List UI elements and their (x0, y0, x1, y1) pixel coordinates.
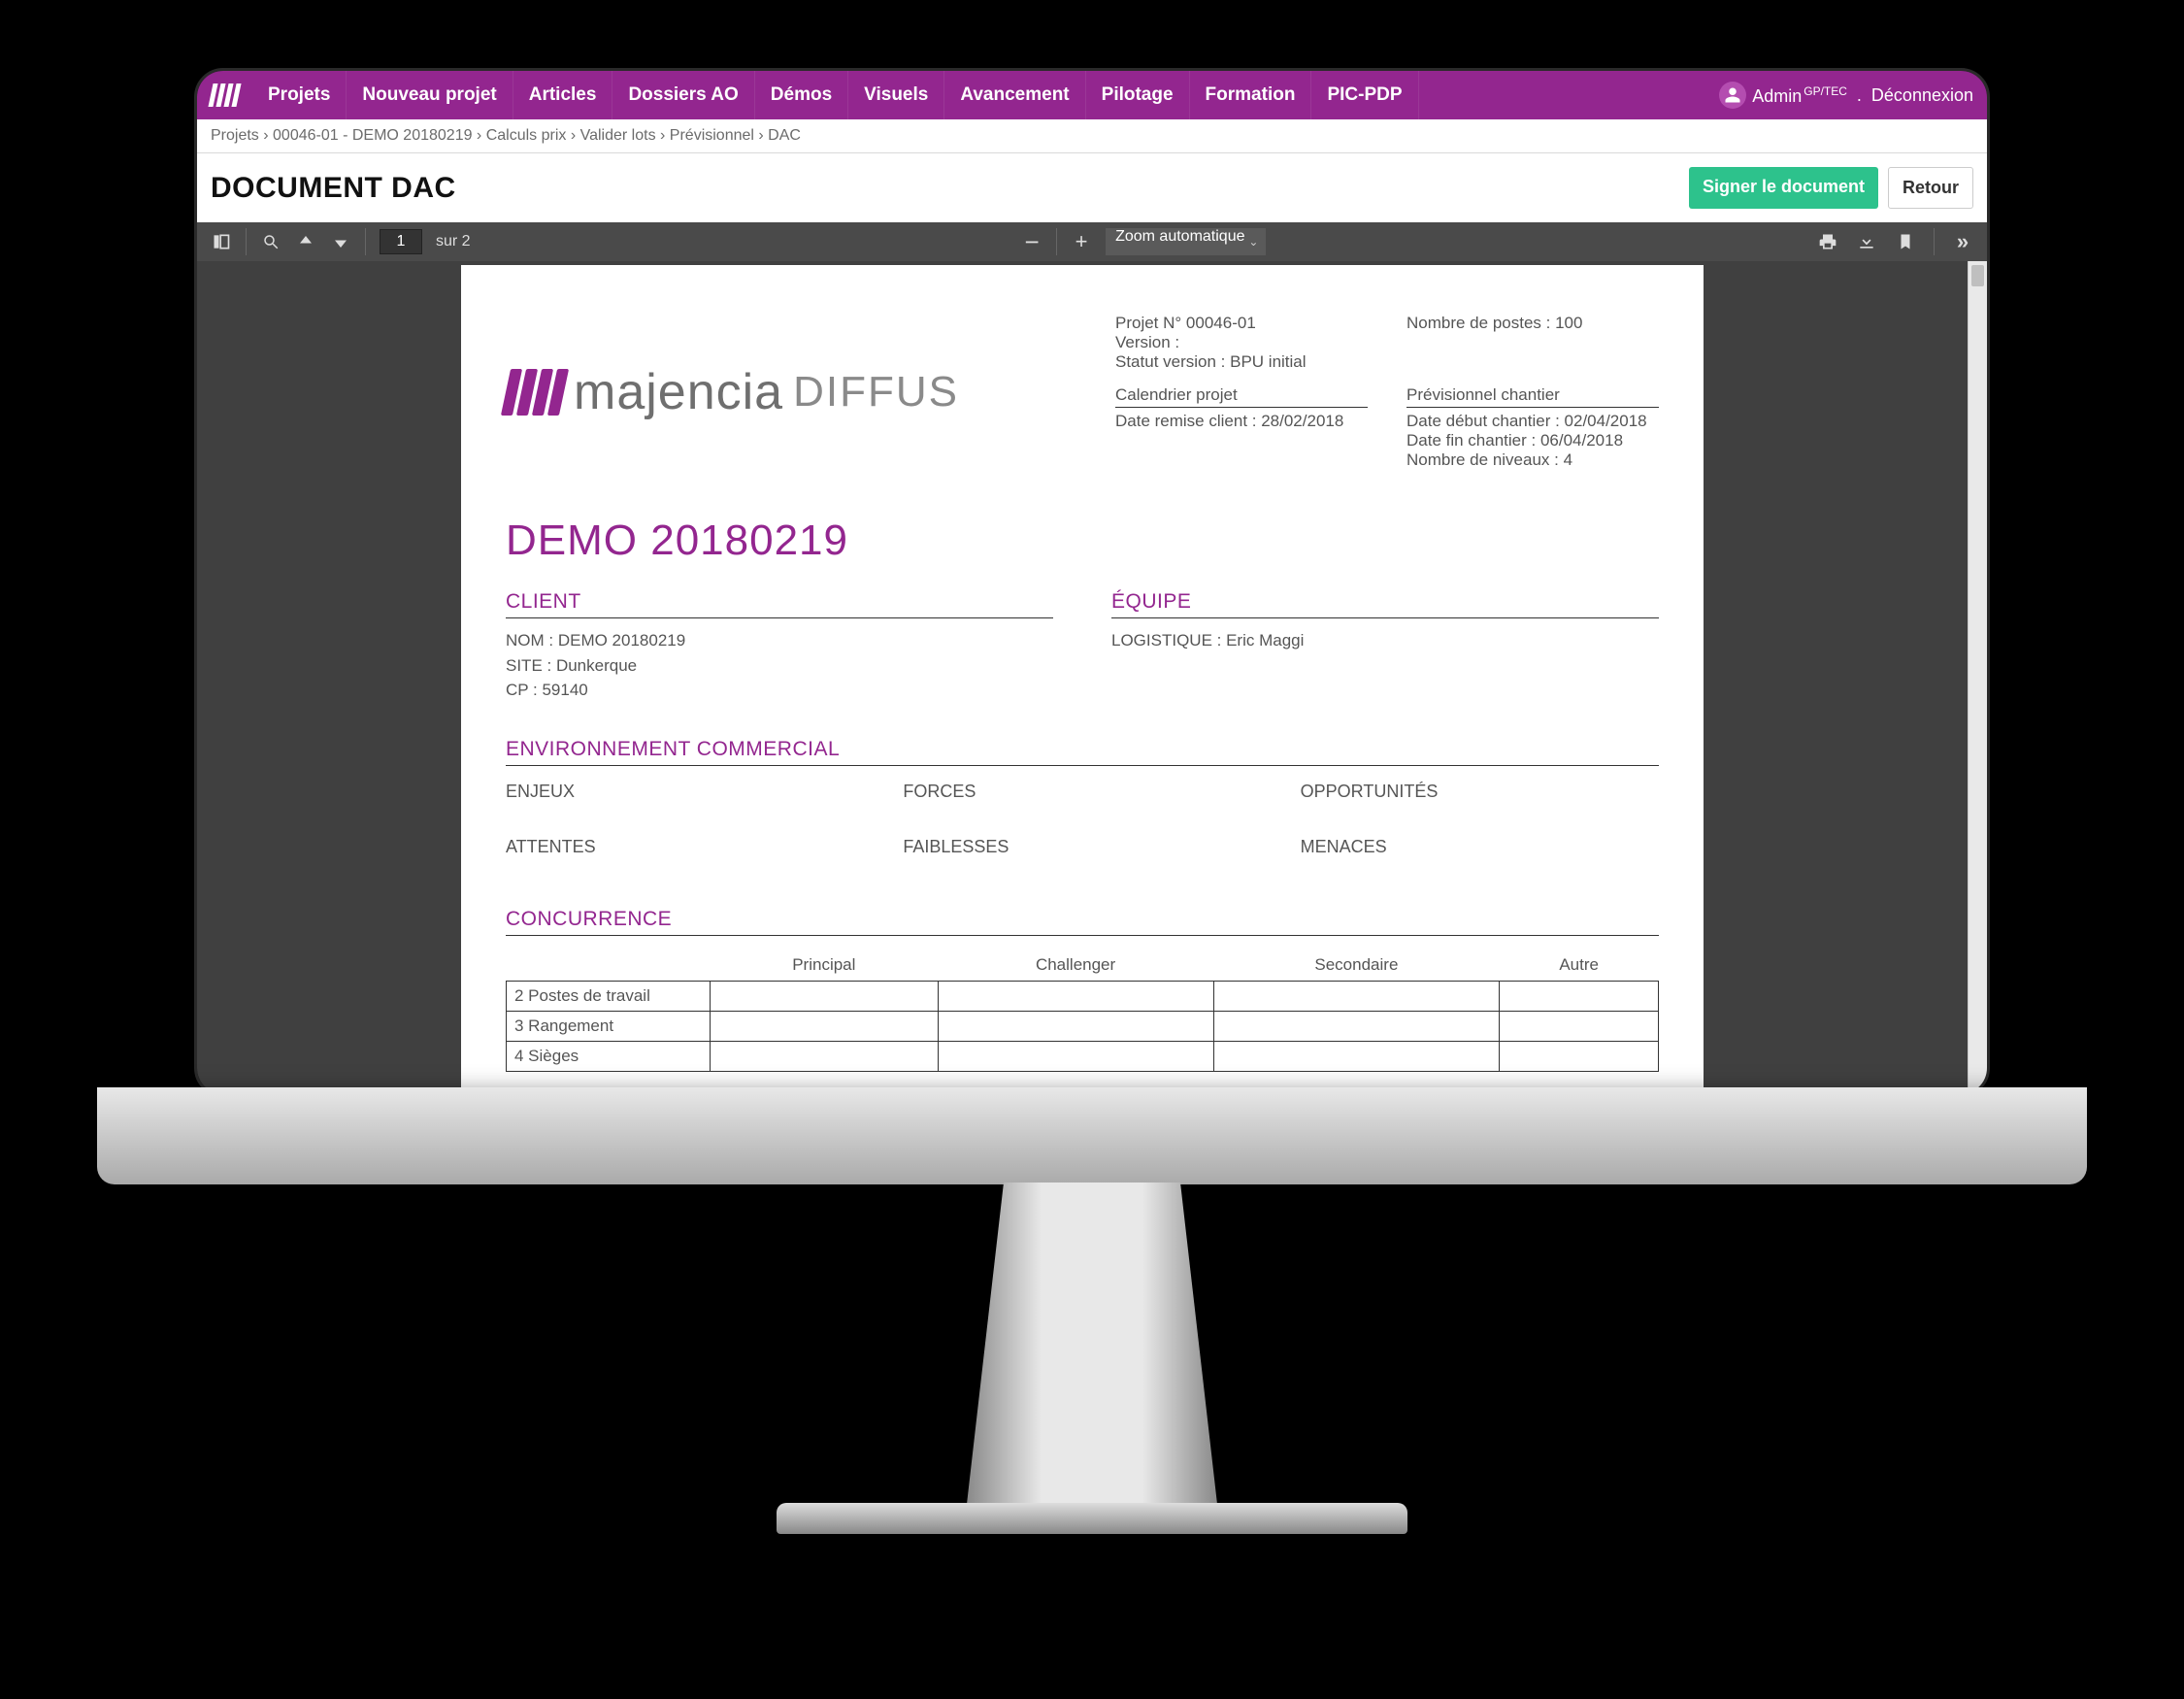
doc-concurrence-heading: CONCURRENCE (506, 908, 1659, 936)
app-logo (211, 83, 239, 107)
doc-env-heading: ENVIRONNEMENT COMMERCIAL (506, 738, 1659, 766)
monitor-base (777, 1503, 1407, 1534)
monitor-chin (97, 1087, 2087, 1184)
nav-formation[interactable]: Formation (1190, 71, 1312, 119)
nav-articles[interactable]: Articles (513, 71, 613, 119)
zoom-in-icon[interactable]: + (1071, 231, 1092, 252)
tools-icon[interactable]: » (1952, 231, 1973, 252)
doc-meta-chantier: Nombre de postes : 100 Prévisionnel chan… (1406, 314, 1659, 470)
download-icon[interactable] (1856, 231, 1877, 252)
nav-items: Projets Nouveau projet Articles Dossiers… (252, 71, 1419, 119)
doc-project-name: DEMO 20180219 (506, 516, 1659, 565)
nav-visuels[interactable]: Visuels (848, 71, 944, 119)
page-number-input[interactable] (380, 229, 422, 254)
viewer-scrollbar[interactable] (1968, 261, 1987, 1094)
app-screen: Projets Nouveau projet Articles Dossiers… (194, 68, 1990, 1097)
nav-pilotage[interactable]: Pilotage (1086, 71, 1190, 119)
back-button[interactable]: Retour (1888, 167, 1973, 209)
table-row: 2 Postes de travail (507, 981, 1659, 1011)
doc-client-info: NOM : DEMO 20180219 SITE : Dunkerque CP … (506, 628, 1053, 703)
doc-meta-project: Projet N° 00046-01 Version : Statut vers… (1115, 314, 1368, 470)
doc-concurrence-table: Principal Challenger Secondaire Autre 2 … (506, 949, 1659, 1072)
doc-client-heading: CLIENT (506, 590, 1053, 618)
document-logo: majenciaDIFFUS (506, 314, 959, 470)
table-row: 3 Rangement (507, 1011, 1659, 1041)
nav-nouveau-projet[interactable]: Nouveau projet (347, 71, 513, 119)
zoom-select[interactable]: Zoom automatique (1106, 228, 1266, 255)
scrollbar-thumb[interactable] (1971, 265, 1984, 286)
nav-projets[interactable]: Projets (252, 71, 347, 119)
sign-document-button[interactable]: Signer le document (1689, 167, 1878, 209)
find-icon[interactable] (260, 231, 281, 252)
user-avatar-icon[interactable] (1719, 82, 1746, 109)
separator: . (1857, 85, 1862, 106)
user-label: AdminGP/TEC (1752, 84, 1847, 107)
breadcrumb[interactable]: Projets › 00046-01 - DEMO 20180219 › Cal… (197, 119, 1987, 153)
page-title: DOCUMENT DAC (211, 172, 456, 205)
doc-team-info: LOGISTIQUE : Eric Maggi (1111, 628, 1659, 653)
document-page: majenciaDIFFUS Projet N° 00046-01 Versio… (461, 265, 1704, 1094)
table-row: 4 Sièges (507, 1041, 1659, 1071)
nav-user-area: AdminGP/TEC . Déconnexion (1719, 82, 1973, 109)
top-nav: Projets Nouveau projet Articles Dossiers… (197, 71, 1987, 119)
nav-avancement[interactable]: Avancement (944, 71, 1085, 119)
doc-swot-grid: ENJEUX FORCES OPPORTUNITÉS ATTENTES FAIB… (506, 782, 1659, 857)
doc-team-heading: ÉQUIPE (1111, 590, 1659, 618)
nav-pic-pdp[interactable]: PIC-PDP (1311, 71, 1418, 119)
pdf-toolbar: sur 2 − + Zoom automatique » (197, 222, 1987, 261)
subheader: DOCUMENT DAC Signer le document Retour (197, 153, 1987, 222)
zoom-out-icon[interactable]: − (1021, 231, 1042, 252)
nav-dossiers-ao[interactable]: Dossiers AO (612, 71, 754, 119)
page-count-label: sur 2 (436, 233, 471, 250)
page-down-icon[interactable] (330, 231, 351, 252)
page-up-icon[interactable] (295, 231, 316, 252)
nav-logout[interactable]: Déconnexion (1871, 85, 1973, 106)
sidebar-toggle-icon[interactable] (211, 231, 232, 252)
print-icon[interactable] (1817, 231, 1838, 252)
pdf-viewer: majenciaDIFFUS Projet N° 00046-01 Versio… (197, 261, 1987, 1094)
monitor-stand (966, 1183, 1218, 1513)
nav-demos[interactable]: Démos (755, 71, 848, 119)
bookmark-icon[interactable] (1895, 231, 1916, 252)
